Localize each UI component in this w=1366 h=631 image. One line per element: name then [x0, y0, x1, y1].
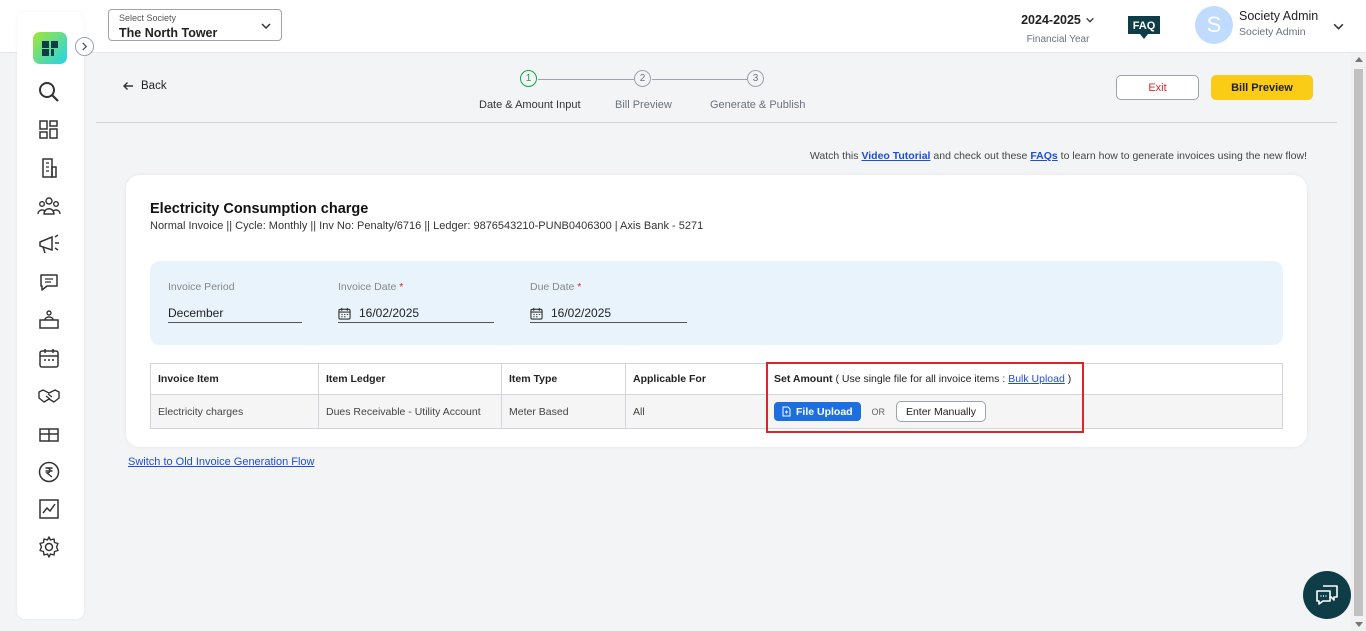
- members-icon[interactable]: [37, 194, 61, 218]
- exit-button[interactable]: Exit: [1116, 75, 1199, 100]
- due-date-field[interactable]: Due Date * 16/02/2025: [530, 281, 687, 323]
- step-3-label: Generate & Publish: [710, 99, 806, 111]
- switch-old-flow-link[interactable]: Switch to Old Invoice Generation Flow: [128, 456, 314, 468]
- invoice-period-label: Invoice Period: [168, 281, 235, 293]
- help-middle: and check out these: [933, 150, 1028, 162]
- top-header: Select Society The North Tower 2024-2025…: [0, 0, 1366, 53]
- invoice-title: Electricity Consumption charge: [150, 201, 369, 217]
- step-connector: [538, 79, 634, 80]
- chevron-down-icon: [1086, 17, 1094, 23]
- chat-support-button[interactable]: [1303, 571, 1351, 619]
- invoice-date-field[interactable]: Invoice Date * 16/02/2025: [338, 281, 494, 323]
- invoice-subtitle: Normal Invoice || Cycle: Monthly || Inv …: [150, 220, 704, 232]
- chevron-down-icon[interactable]: [1332, 20, 1345, 33]
- user-role: Society Admin: [1239, 26, 1306, 38]
- faqs-link[interactable]: FAQs: [1030, 150, 1057, 162]
- financial-year-label: Financial Year: [1026, 34, 1090, 45]
- help-prefix: Watch this: [809, 150, 859, 162]
- column-header-type: Item Type: [501, 363, 626, 395]
- chevron-right-icon: [82, 42, 88, 51]
- required-mark: *: [399, 281, 404, 293]
- invoice-items-table: Invoice Item Item Ledger Item Type Appli…: [150, 363, 1283, 429]
- cell-type: Meter Based: [501, 394, 626, 429]
- set-amount-highlight-box: [766, 362, 1084, 433]
- chat-icon[interactable]: [37, 270, 61, 294]
- report-chart-icon[interactable]: [37, 497, 61, 521]
- column-header-item: Invoice Item: [150, 363, 319, 395]
- handshake-icon[interactable]: [37, 384, 61, 408]
- building-icon[interactable]: [37, 156, 61, 180]
- search-icon[interactable]: [37, 80, 61, 104]
- announcement-icon[interactable]: [37, 232, 61, 256]
- society-select[interactable]: Select Society The North Tower: [108, 9, 282, 41]
- required-mark: *: [577, 281, 582, 293]
- reception-icon[interactable]: [37, 308, 61, 332]
- chat-bubble-icon: [1316, 585, 1338, 605]
- vertical-scrollbar[interactable]: [1351, 53, 1366, 631]
- sidebar-expand-button[interactable]: [75, 37, 94, 56]
- cell-ledger: Dues Receivable - Utility Account: [318, 394, 502, 429]
- due-date-label: Due Date: [530, 281, 575, 293]
- invoice-dates-panel: Invoice Period December Invoice Date * 1…: [150, 261, 1283, 345]
- avatar-letter: S: [1206, 12, 1222, 37]
- cell-applicable: All: [625, 394, 767, 429]
- due-date-value: 16/02/2025: [551, 306, 612, 320]
- user-info[interactable]: Society Admin Society Admin: [1239, 9, 1318, 38]
- step-connector: [652, 79, 747, 80]
- header-divider: [96, 122, 1337, 123]
- step-1-label: Date & Amount Input: [479, 99, 581, 111]
- column-header-ledger: Item Ledger: [318, 363, 502, 395]
- table-header-row: Invoice Item Item Ledger Item Type Appli…: [150, 363, 1283, 395]
- invoice-card: Electricity Consumption charge Normal In…: [126, 175, 1307, 447]
- calendar-icon[interactable]: [338, 307, 351, 320]
- calendar-icon[interactable]: [530, 307, 543, 320]
- back-label: Back: [141, 80, 167, 92]
- video-tutorial-link[interactable]: Video Tutorial: [861, 150, 930, 162]
- scroll-down-arrow[interactable]: [1355, 622, 1363, 627]
- financial-year-selector[interactable]: 2024-2025 Financial Year: [1010, 11, 1106, 45]
- scrollbar-thumb[interactable]: [1354, 69, 1363, 616]
- faq-icon[interactable]: FAQ: [1126, 14, 1162, 40]
- bill-preview-button[interactable]: Bill Preview: [1211, 75, 1313, 100]
- invoice-date-value: 16/02/2025: [359, 306, 420, 320]
- column-header-applicable: Applicable For: [625, 363, 767, 395]
- faq-label: FAQ: [1133, 20, 1156, 32]
- help-suffix: to learn how to generate invoices using …: [1060, 150, 1307, 162]
- settings-icon[interactable]: [37, 535, 61, 559]
- step-1-circle: 1: [520, 70, 537, 87]
- society-select-label: Select Society: [119, 13, 177, 23]
- invoice-period-field[interactable]: Invoice Period December: [168, 281, 302, 323]
- society-select-value: The North Tower: [119, 26, 218, 40]
- step-3-circle: 3: [747, 70, 764, 87]
- step-2-circle: 2: [634, 70, 651, 87]
- arrow-left-icon: [123, 82, 133, 90]
- rupee-icon[interactable]: [37, 460, 61, 484]
- user-name: Society Admin: [1239, 9, 1319, 23]
- step-2-label: Bill Preview: [615, 99, 672, 111]
- financial-year-value: 2024-2025: [1021, 13, 1081, 27]
- app-logo-icon[interactable]: [33, 32, 67, 64]
- logo-mark-icon: [42, 41, 58, 56]
- dashboard-icon[interactable]: [37, 118, 61, 142]
- invoice-date-label: Invoice Date: [338, 281, 397, 293]
- help-text: Watch this Video Tutorial and check out …: [810, 150, 1307, 162]
- gift-icon[interactable]: [37, 422, 61, 446]
- avatar[interactable]: S: [1195, 6, 1233, 44]
- table-row: Electricity charges Dues Receivable - Ut…: [150, 394, 1283, 429]
- chevron-down-icon: [261, 23, 271, 30]
- scroll-up-arrow[interactable]: [1355, 57, 1363, 62]
- back-button[interactable]: Back: [122, 80, 167, 92]
- calendar-icon[interactable]: [37, 346, 61, 370]
- invoice-period-value: December: [168, 306, 224, 320]
- cell-item: Electricity charges: [150, 394, 319, 429]
